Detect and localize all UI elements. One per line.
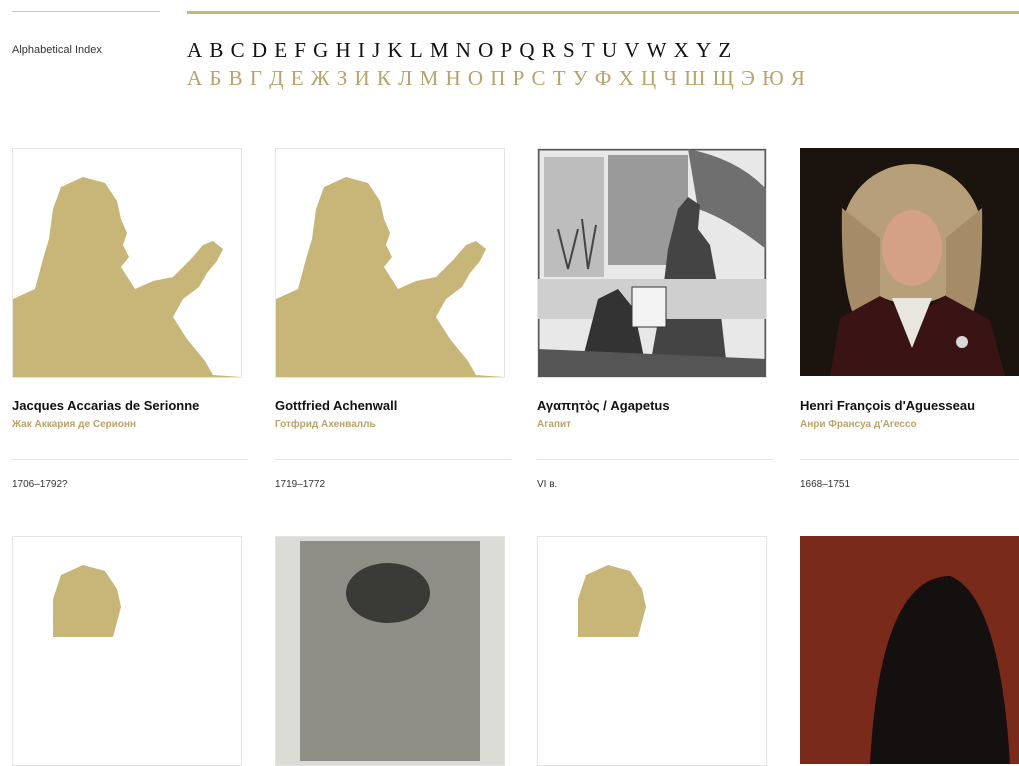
cyrillic-letter-link[interactable]: Ф [595,66,614,91]
person-name[interactable]: Αγαπητὸς / Agapetus [537,398,670,413]
latin-letter-link[interactable]: Y [696,38,713,63]
cyrillic-letter-link[interactable]: Я [791,66,807,91]
header-rule-long [187,11,1019,14]
silhouette-image[interactable] [275,148,505,378]
silhouette-image[interactable] [12,148,242,378]
header-rule-short [12,11,160,12]
person-dates: 1706–1792? [12,479,68,490]
person-name[interactable]: Henri François d'Aguesseau [800,398,975,413]
cyrillic-letter-link[interactable]: Р [513,66,527,91]
painting-portrait-icon [800,536,1019,764]
cyrillic-letter-link[interactable]: Н [445,66,462,91]
cyrillic-letter-link[interactable]: Ю [762,66,786,91]
person-name-ru[interactable]: Готфрид Ахенвалль [275,419,376,430]
latin-letter-link[interactable]: J [372,38,382,63]
latin-letter-link[interactable]: N [456,38,473,63]
latin-letter-link[interactable]: R [542,38,558,63]
latin-letter-link[interactable]: D [252,38,269,63]
person-name-ru[interactable]: Анри Франсуа д'Агессо [800,419,917,430]
cyrillic-letter-link[interactable]: О [468,66,485,91]
cyrillic-letter-link[interactable]: Ш [684,66,707,91]
card-divider [12,459,248,460]
latin-letter-link[interactable]: K [387,38,404,63]
silhouette-icon [578,565,646,637]
latin-letter-link[interactable]: T [582,38,597,63]
latin-letter-link[interactable]: L [410,38,425,63]
latin-letter-link[interactable]: X [674,38,691,63]
latin-letter-link[interactable]: Q [519,38,536,63]
latin-letter-link[interactable]: O [478,38,495,63]
painting-portrait-image[interactable] [800,536,1019,764]
cyrillic-alphabet-nav: АБВГДЕЖЗИКЛМНОПРСТУФХЦЧШЩЭЮЯ [187,66,812,91]
card-divider [800,459,1019,460]
cyrillic-letter-link[interactable]: Т [553,66,568,91]
latin-letter-link[interactable]: F [294,38,308,63]
cyrillic-letter-link[interactable]: Е [291,66,306,91]
latin-letter-link[interactable]: Z [718,38,733,63]
person-name[interactable]: Gottfried Achenwall [275,398,397,413]
person-dates: 1668–1751 [800,479,851,490]
cyrillic-letter-link[interactable]: Б [209,66,223,91]
latin-letter-link[interactable]: G [313,38,330,63]
silhouette-image[interactable] [12,536,242,766]
cyrillic-letter-link[interactable]: Ц [641,66,658,91]
card-divider [275,459,511,460]
latin-letter-link[interactable]: S [563,38,577,63]
alphabetical-index-label: Alphabetical Index [12,44,102,56]
engraving-image[interactable] [537,148,767,378]
cyrillic-letter-link[interactable]: А [187,66,204,91]
cyrillic-letter-link[interactable]: Д [269,66,286,91]
latin-alphabet-nav: ABCDEFGHIJKLMNOPQRSTUVWXYZ [187,38,738,63]
person-name-ru[interactable]: Агапит [537,419,571,430]
person-name-ru[interactable]: Жак Аккария де Серионн [12,419,136,430]
silhouette-image[interactable] [537,536,767,766]
cyrillic-letter-link[interactable]: Л [398,66,414,91]
engraving-icon [538,149,766,377]
cyrillic-letter-link[interactable]: К [377,66,393,91]
latin-letter-link[interactable]: P [500,38,514,63]
cyrillic-letter-link[interactable]: З [337,66,350,91]
latin-letter-link[interactable]: I [358,38,367,63]
person-name[interactable]: Jacques Accarias de Serionne [12,398,199,413]
cyrillic-letter-link[interactable]: И [355,66,372,91]
cyrillic-letter-link[interactable]: Ч [663,66,679,91]
portrait-image[interactable] [800,148,1019,376]
person-dates: 1719–1772 [275,479,326,490]
engraving-portrait-icon [276,537,504,765]
latin-letter-link[interactable]: M [430,38,451,63]
latin-letter-link[interactable]: E [274,38,289,63]
silhouette-icon [53,565,121,637]
cyrillic-letter-link[interactable]: Х [619,66,636,91]
card-divider [537,459,773,460]
latin-letter-link[interactable]: H [335,38,352,63]
portrait-icon [800,148,1019,376]
latin-letter-link[interactable]: U [602,38,619,63]
cyrillic-letter-link[interactable]: П [490,66,507,91]
latin-letter-link[interactable]: W [647,38,669,63]
cyrillic-letter-link[interactable]: У [573,66,590,91]
latin-letter-link[interactable]: B [209,38,225,63]
cyrillic-letter-link[interactable]: М [420,66,441,91]
latin-letter-link[interactable]: A [187,38,204,63]
silhouette-icon [13,177,241,377]
cyrillic-letter-link[interactable]: В [229,66,245,91]
engraving-portrait-image[interactable] [275,536,505,766]
cyrillic-letter-link[interactable]: Г [250,66,264,91]
cyrillic-letter-link[interactable]: С [531,66,547,91]
latin-letter-link[interactable]: V [624,38,641,63]
cyrillic-letter-link[interactable]: Э [741,66,757,91]
silhouette-icon [276,177,504,377]
cyrillic-letter-link[interactable]: Ж [311,66,332,91]
person-dates: VI в. [537,479,558,490]
latin-letter-link[interactable]: C [231,38,247,63]
cyrillic-letter-link[interactable]: Щ [713,66,736,91]
